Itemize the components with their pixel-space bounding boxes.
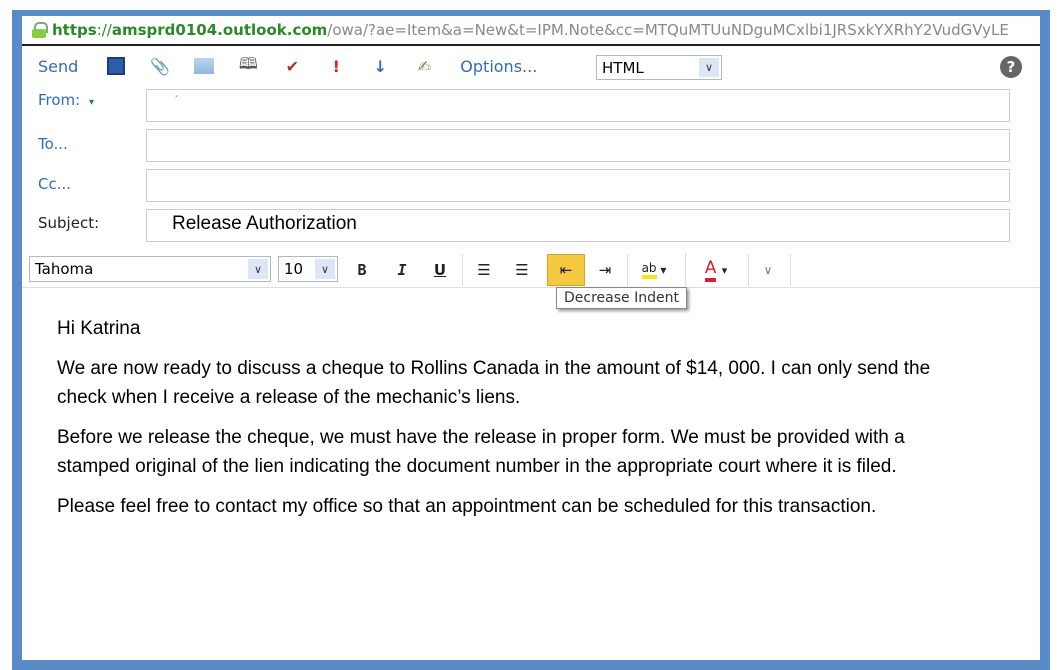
chevron-down-icon: ∨ [315, 259, 335, 279]
size-select[interactable]: 10 ∨ [278, 256, 338, 282]
body-paragraph: Before we release the cheque, we must ha… [57, 427, 905, 477]
lock-icon [32, 22, 48, 38]
check-names-icon[interactable]: ✔ [282, 56, 302, 76]
highlight-button[interactable]: ab ▾ [634, 258, 674, 282]
save-icon[interactable] [106, 56, 126, 76]
underline-button[interactable]: U [427, 258, 453, 282]
help-icon[interactable]: ? [1000, 56, 1022, 78]
bold-button[interactable]: B [349, 258, 375, 282]
subject-label: Subject: [38, 214, 100, 232]
body-paragraph: Please feel free to contact my office so… [57, 496, 877, 517]
url-host: amsprd0104.outlook.com [111, 21, 328, 39]
bullets-icon[interactable]: ☰ [471, 258, 497, 282]
send-button[interactable]: Send [38, 57, 78, 76]
cc-button[interactable]: Cc... [38, 175, 71, 193]
italic-button[interactable]: I [389, 258, 415, 282]
url-scheme: https [52, 21, 97, 39]
font-select[interactable]: Tahoma ∨ [29, 256, 271, 282]
compose-toolbar: Send 📎 🕮 ✔ ! ↓ ✍ Options... [38, 52, 537, 80]
body-paragraph: Hi Katrina [57, 318, 141, 339]
url-path: /owa/?ae=Item&a=New&t=IPM.Note&cc=MTQuMT… [327, 21, 1009, 39]
to-field[interactable] [146, 129, 1010, 162]
format-value: HTML [602, 58, 644, 77]
to-button[interactable]: To... [38, 135, 68, 153]
message-body[interactable]: Hi Katrina We are now ready to discuss a… [57, 314, 957, 532]
from-label: From: [38, 91, 81, 109]
decrease-indent-button[interactable]: ⇤ [547, 254, 585, 286]
tooltip: Decrease Indent [556, 287, 687, 309]
from-button[interactable]: From: ▾ [38, 91, 94, 109]
subject-field[interactable]: Release Authorization [146, 209, 1010, 242]
options-button[interactable]: Options... [460, 57, 537, 76]
from-field[interactable]: ´ [146, 89, 1010, 122]
insert-picture-icon[interactable] [194, 56, 215, 76]
low-importance-icon[interactable]: ↓ [370, 56, 390, 76]
increase-indent-icon[interactable]: ⇥ [592, 258, 618, 282]
divider [685, 254, 686, 286]
caret-down-icon: ▾ [89, 97, 95, 108]
body-paragraph: We are now ready to discuss a cheque to … [57, 358, 931, 408]
more-options-icon[interactable]: ∨ [755, 258, 781, 282]
divider [462, 254, 463, 286]
url-separator: :// [96, 21, 112, 39]
font-value: Tahoma [35, 260, 94, 278]
divider [790, 254, 791, 286]
font-color-icon: A [704, 258, 717, 282]
format-select[interactable]: HTML ∨ [596, 55, 722, 80]
chevron-down-icon: ∨ [248, 259, 268, 279]
numbering-icon[interactable]: ☰ [509, 258, 535, 282]
font-color-button[interactable]: A ▾ [695, 258, 737, 282]
divider [748, 254, 749, 286]
address-bar[interactable]: https://amsprd0104.outlook.com/owa/?ae=I… [22, 16, 1040, 46]
address-book-icon[interactable]: 🕮 [238, 54, 258, 76]
chevron-down-icon: ∨ [699, 58, 719, 77]
cc-field[interactable] [146, 169, 1010, 202]
attach-icon[interactable]: 📎 [150, 56, 170, 76]
signature-icon[interactable]: ✍ [414, 56, 434, 76]
high-importance-icon[interactable]: ! [326, 56, 346, 76]
size-value: 10 [284, 260, 304, 278]
highlight-icon: ab [641, 261, 657, 279]
divider [627, 254, 628, 286]
